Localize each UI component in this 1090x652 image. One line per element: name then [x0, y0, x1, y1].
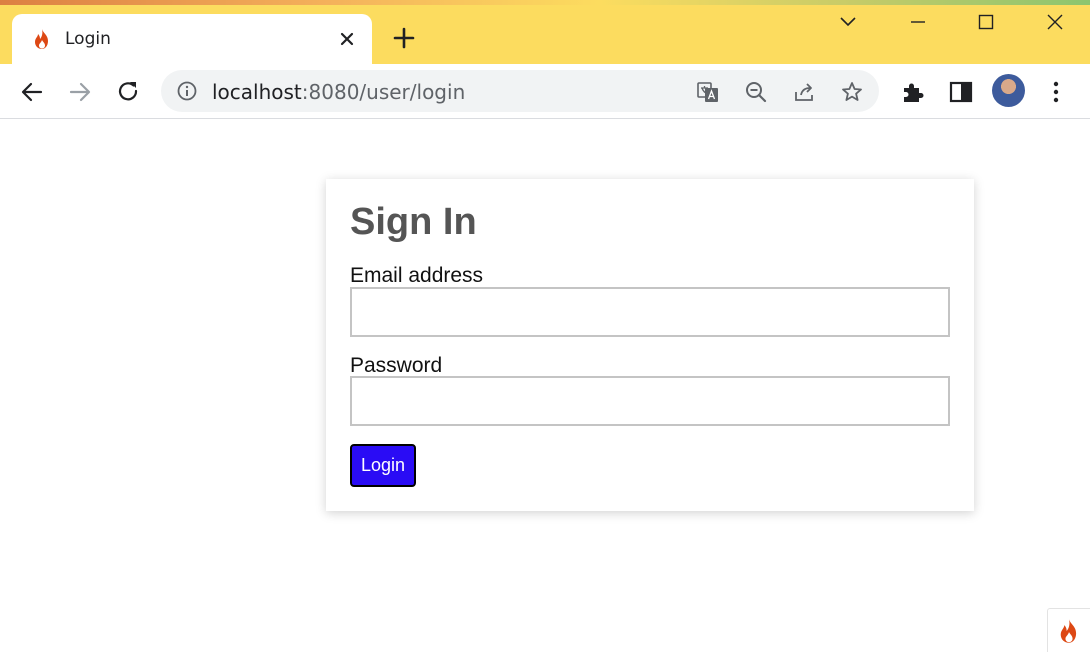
- browser-titlebar: Login: [0, 0, 1090, 64]
- minimize-icon[interactable]: [906, 10, 930, 34]
- profile-avatar[interactable]: [992, 74, 1025, 107]
- debug-toolbar-button[interactable]: [1047, 608, 1090, 652]
- titlebar-accent: [0, 0, 1090, 5]
- side-panel-icon[interactable]: [947, 78, 975, 106]
- more-menu-icon[interactable]: [1042, 78, 1070, 106]
- email-label: Email address: [350, 264, 484, 287]
- browser-toolbar: localhost:8080/user/login: [0, 64, 1090, 119]
- address-bar[interactable]: localhost:8080/user/login: [161, 70, 879, 112]
- browser-tab[interactable]: Login: [12, 14, 372, 64]
- back-arrow-icon[interactable]: [18, 78, 46, 106]
- codeigniter-flame-icon: [1060, 619, 1077, 643]
- translate-icon[interactable]: [696, 80, 720, 104]
- close-icon[interactable]: [336, 28, 358, 50]
- share-icon[interactable]: [792, 80, 816, 104]
- info-icon[interactable]: [176, 80, 198, 102]
- password-field[interactable]: [350, 376, 950, 426]
- tab-title: Login: [65, 29, 111, 49]
- chevron-down-icon[interactable]: [836, 10, 860, 34]
- password-label: Password: [350, 354, 443, 377]
- url-path: :8080/user/login: [301, 80, 466, 104]
- login-button[interactable]: Login: [350, 444, 416, 487]
- page-title: Sign In: [350, 201, 477, 243]
- bookmark-star-icon[interactable]: [840, 80, 864, 104]
- maximize-icon[interactable]: [974, 10, 998, 34]
- email-field[interactable]: [350, 287, 950, 337]
- extensions-puzzle-icon[interactable]: [899, 78, 927, 106]
- codeigniter-flame-icon: [35, 29, 48, 49]
- zoom-out-icon[interactable]: [744, 80, 768, 104]
- window-close-icon[interactable]: [1043, 10, 1067, 34]
- url-host: localhost: [212, 80, 302, 104]
- reload-icon[interactable]: [114, 78, 142, 106]
- plus-icon[interactable]: [392, 26, 416, 50]
- forward-arrow-icon[interactable]: [66, 78, 94, 106]
- sign-in-card: Sign In Email address Password Login: [326, 179, 974, 511]
- url-text[interactable]: localhost:8080/user/login: [212, 80, 465, 104]
